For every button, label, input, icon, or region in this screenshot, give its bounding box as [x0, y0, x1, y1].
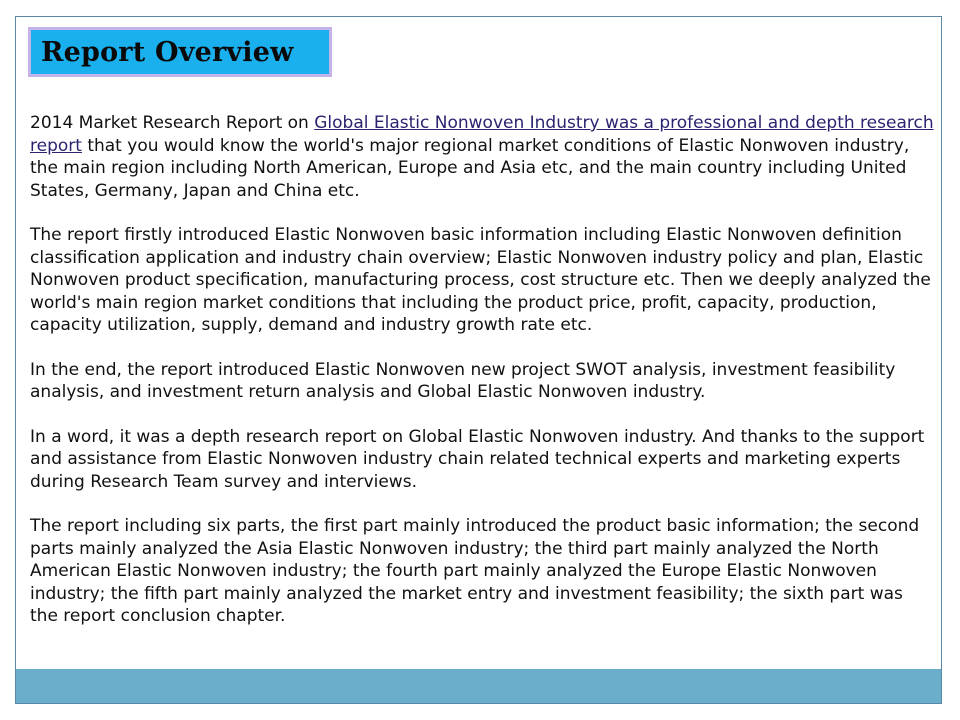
page-title: Report Overview	[41, 36, 294, 68]
title-box: Report Overview	[28, 27, 332, 77]
paragraph-swot: In the end, the report introduced Elasti…	[30, 359, 896, 403]
paragraph-parts: The report including six parts, the firs…	[30, 516, 920, 626]
slide-frame: Report Overview 2014 Market Research Rep…	[15, 16, 942, 704]
paragraph-summary: In a word, it was a depth research repor…	[30, 426, 925, 492]
paragraph-intro: 2014 Market Research Report on Global El…	[30, 112, 935, 202]
paragraph-basic-info: The report firstly introduced Elastic No…	[30, 225, 931, 335]
intro-text-after: that you would know the world's major re…	[30, 135, 910, 201]
report-body: 2014 Market Research Report on Global El…	[30, 112, 935, 650]
intro-text-before: 2014 Market Research Report on	[30, 113, 315, 133]
footer-bar	[16, 669, 941, 703]
